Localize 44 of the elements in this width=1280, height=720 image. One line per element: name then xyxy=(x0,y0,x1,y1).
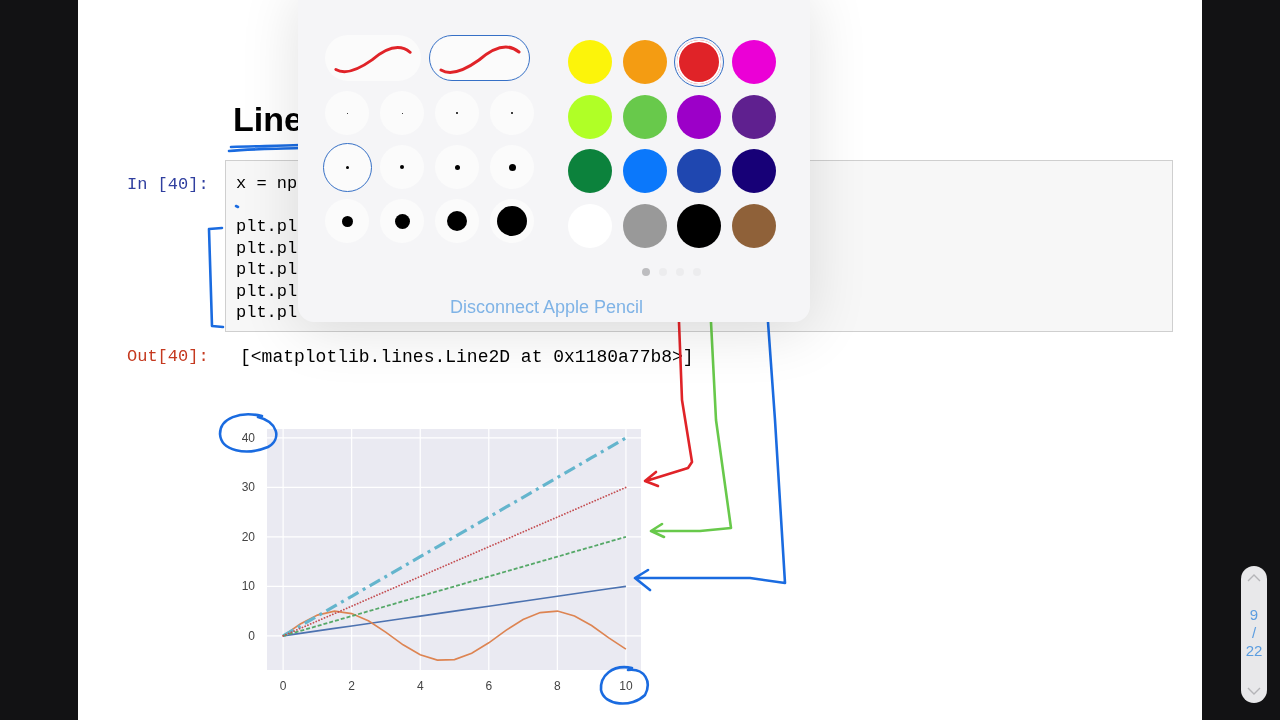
page-number: 9 xyxy=(1249,606,1259,624)
input-prompt: In [40]: xyxy=(127,174,209,197)
chevron-up-icon xyxy=(1247,574,1261,582)
x-tick-label: 4 xyxy=(416,679,424,694)
page-indicator[interactable]: 9 / 22 xyxy=(1241,566,1267,703)
y-tick-label: 10 xyxy=(241,579,255,594)
color-swatch[interactable] xyxy=(568,149,612,193)
y-tick-label: 0 xyxy=(248,629,255,644)
color-swatch[interactable] xyxy=(731,149,776,193)
color-swatch[interactable] xyxy=(677,94,721,139)
page-separator: / xyxy=(1251,624,1257,642)
color-swatch[interactable] xyxy=(731,40,776,84)
code-line: plt.pl xyxy=(236,259,298,281)
code-line: plt.pl xyxy=(236,237,298,260)
x-tick-label: 0 xyxy=(279,679,287,694)
stroke-style-button[interactable] xyxy=(429,35,530,81)
color-swatch[interactable] xyxy=(622,149,667,193)
brush-size-button[interactable] xyxy=(325,199,369,243)
code-line: plt.pl xyxy=(236,216,298,238)
brush-size-button[interactable] xyxy=(490,199,534,243)
page-total: 22 xyxy=(1245,642,1263,660)
x-tick-label: 10 xyxy=(619,679,633,694)
color-swatch[interactable] xyxy=(568,40,612,84)
x-tick-label: 2 xyxy=(348,679,355,694)
x-tick-label: 8 xyxy=(554,679,561,694)
y-tick-label: 40 xyxy=(241,431,255,446)
x-tick-label: 6 xyxy=(485,679,493,694)
chevron-down-icon xyxy=(1247,687,1261,695)
code-line: plt.pl xyxy=(236,280,298,303)
disconnect-link[interactable]: Disconnect Apple Pencil xyxy=(450,293,644,321)
stroke-style-button[interactable] xyxy=(325,35,421,81)
color-swatch[interactable] xyxy=(677,203,721,248)
page-dot[interactable] xyxy=(642,267,651,276)
code-line: plt.pl xyxy=(236,302,298,324)
y-tick-label: 20 xyxy=(241,530,255,545)
brush-size-button[interactable] xyxy=(435,199,479,243)
output-prompt: Out[40]: xyxy=(126,346,210,369)
color-swatch[interactable] xyxy=(568,94,612,139)
y-tick-label: 30 xyxy=(241,480,255,495)
code-line: x = np xyxy=(236,173,298,195)
color-swatch[interactable] xyxy=(677,40,721,84)
color-swatch[interactable] xyxy=(677,149,721,193)
brush-size-button[interactable] xyxy=(380,199,424,243)
color-swatch[interactable] xyxy=(622,40,667,84)
